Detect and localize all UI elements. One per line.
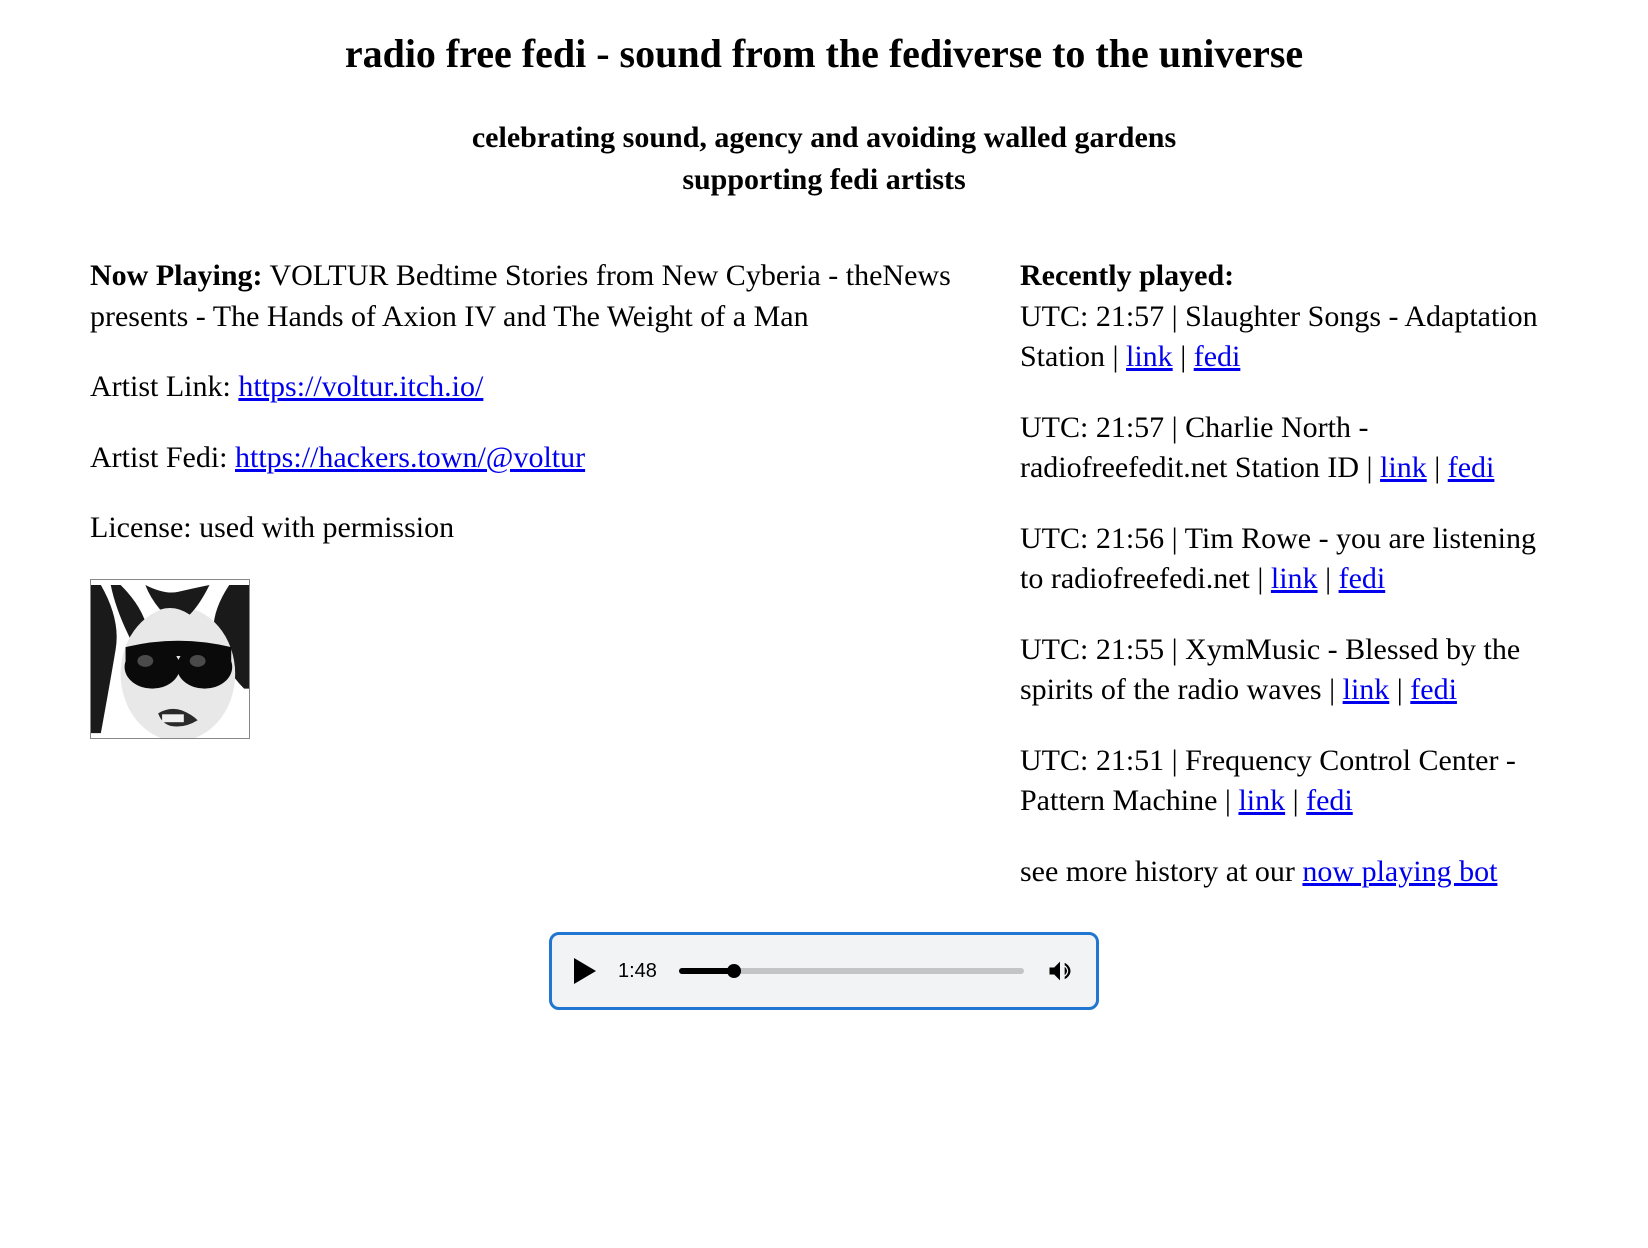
- license-label: License:: [90, 511, 199, 544]
- artist-avatar: [90, 579, 250, 739]
- history-line: see more history at our now playing bot: [1020, 852, 1558, 893]
- recent-item-text: UTC: 21:57 | Slaughter Songs - Adaptatio…: [1020, 300, 1538, 374]
- recent-sep: |: [1389, 673, 1410, 706]
- recent-item: UTC: 21:55 | XymMusic - Blessed by the s…: [1020, 630, 1558, 711]
- recent-sep: |: [1173, 340, 1194, 373]
- player-time: 1:48: [618, 960, 657, 983]
- recent-sep: |: [1318, 562, 1339, 595]
- recently-played-label: Recently played:: [1020, 256, 1558, 297]
- volume-icon[interactable]: [1046, 957, 1074, 985]
- license-value: used with permission: [199, 511, 454, 544]
- recent-item: UTC: 21:56 | Tim Rowe - you are listenin…: [1020, 519, 1558, 600]
- artist-link-label: Artist Link:: [90, 370, 238, 403]
- recent-link[interactable]: link: [1238, 784, 1285, 817]
- artist-link[interactable]: https://voltur.itch.io/: [238, 370, 483, 403]
- recent-item: UTC: 21:57 | Slaughter Songs - Adaptatio…: [1020, 297, 1558, 378]
- recent-link[interactable]: link: [1126, 340, 1173, 373]
- now-playing-label: Now Playing:: [90, 259, 263, 292]
- recent-sep: |: [1285, 784, 1306, 817]
- subtitle-line-2: supporting fedi artists: [682, 163, 965, 196]
- recent-fedi-link[interactable]: fedi: [1448, 451, 1495, 484]
- recently-played-label-text: Recently played:: [1020, 259, 1234, 292]
- subtitle-line-1: celebrating sound, agency and avoiding w…: [472, 121, 1176, 154]
- page-title: radio free fedi - sound from the fediver…: [90, 30, 1558, 77]
- history-prefix: see more history at our: [1020, 855, 1302, 888]
- recent-item: UTC: 21:57 | Charlie North - radiofreefe…: [1020, 408, 1558, 489]
- artist-fedi-line: Artist Fedi: https://hackers.town/@voltu…: [90, 438, 990, 479]
- artist-fedi-link[interactable]: https://hackers.town/@voltur: [235, 441, 585, 474]
- recent-item: UTC: 21:51 | Frequency Control Center - …: [1020, 741, 1558, 822]
- recent-fedi-link[interactable]: fedi: [1339, 562, 1386, 595]
- now-playing-line: Now Playing: VOLTUR Bedtime Stories from…: [90, 256, 990, 337]
- progress-fill: [679, 968, 734, 974]
- now-playing-bot-link[interactable]: now playing bot: [1302, 855, 1497, 888]
- recent-link[interactable]: link: [1343, 673, 1390, 706]
- audio-player-wrap: 1:48: [90, 932, 1558, 1010]
- now-playing-column: Now Playing: VOLTUR Bedtime Stories from…: [90, 256, 990, 892]
- artist-fedi-label: Artist Fedi:: [90, 441, 235, 474]
- recent-fedi-link[interactable]: fedi: [1306, 784, 1353, 817]
- recently-played-column: Recently played: UTC: 21:57 | Slaughter …: [1020, 256, 1558, 892]
- recent-link[interactable]: link: [1271, 562, 1318, 595]
- progress-bar[interactable]: [679, 968, 1024, 974]
- progress-knob[interactable]: [727, 964, 741, 978]
- recent-fedi-link[interactable]: fedi: [1194, 340, 1241, 373]
- recent-fedi-link[interactable]: fedi: [1410, 673, 1457, 706]
- recent-link[interactable]: link: [1380, 451, 1427, 484]
- recent-sep: |: [1427, 451, 1448, 484]
- content-row: Now Playing: VOLTUR Bedtime Stories from…: [90, 256, 1558, 892]
- license-line: License: used with permission: [90, 508, 990, 549]
- play-button[interactable]: [574, 958, 596, 984]
- audio-player[interactable]: 1:48: [549, 932, 1099, 1010]
- page-subtitle: celebrating sound, agency and avoiding w…: [90, 117, 1558, 201]
- artist-link-line: Artist Link: https://voltur.itch.io/: [90, 367, 990, 408]
- recent-item-text: UTC: 21:57 | Charlie North - radiofreefe…: [1020, 411, 1380, 485]
